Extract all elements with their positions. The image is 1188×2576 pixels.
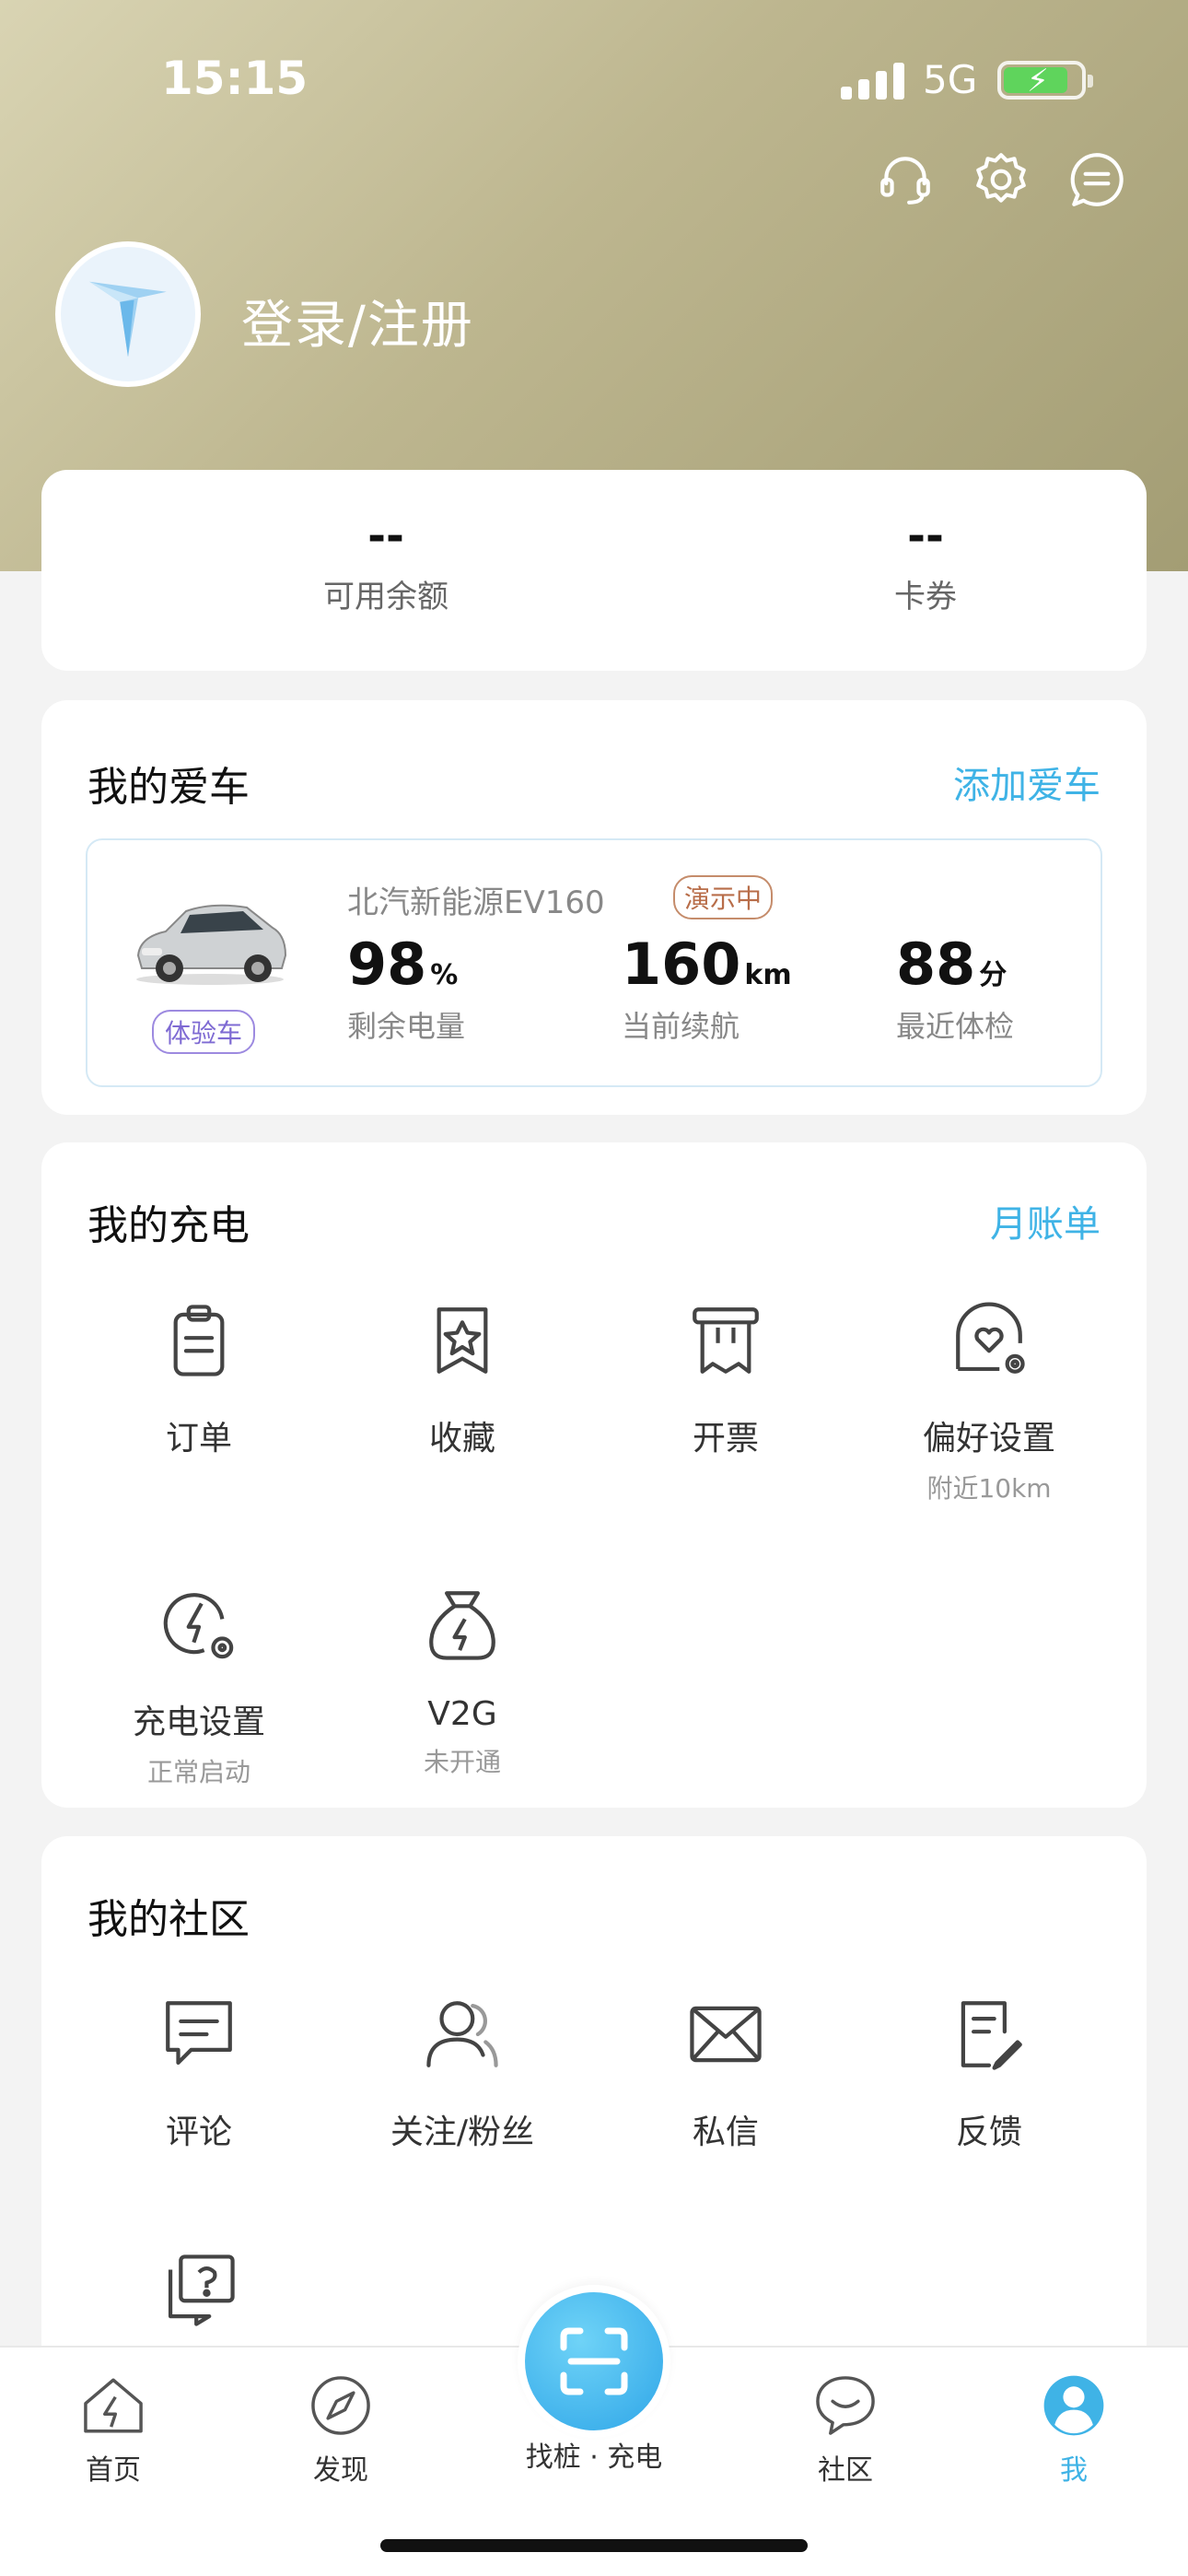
add-car-link[interactable]: 添加爱车 bbox=[953, 755, 1101, 809]
car-model-name: 北汽新能源EV160 bbox=[347, 884, 605, 921]
invoice-item[interactable]: 开票 bbox=[597, 1299, 855, 1459]
scan-charge-label: 找桩 · 充电 bbox=[525, 2441, 663, 2474]
clipboard-icon bbox=[173, 1305, 225, 1376]
favorites-label: 收藏 bbox=[428, 1420, 495, 1458]
range-metric: 160 km 当前续航 bbox=[622, 931, 792, 1046]
coupon-label: 卡券 bbox=[894, 579, 957, 615]
battery-label: 剩余电量 bbox=[347, 1009, 466, 1044]
tab-home-label: 首页 bbox=[86, 2454, 141, 2487]
avatar[interactable] bbox=[55, 241, 201, 387]
status-bar: 15:15 5G ⚡ bbox=[0, 0, 1188, 157]
balance-label: 可用余额 bbox=[323, 579, 448, 615]
heart-settings-icon bbox=[956, 1302, 1025, 1374]
charge-settings-icon bbox=[163, 1593, 234, 1659]
car-info-box[interactable]: 体验车 北汽新能源EV160 演示中 98% 剩余电量 160 km 当前续航 8… bbox=[86, 838, 1102, 1087]
checkup-metric: 88 分 最近体检 bbox=[896, 931, 1014, 1046]
feedback-label: 反馈 bbox=[955, 2113, 1022, 2151]
settings-gear-icon[interactable] bbox=[971, 149, 1031, 210]
private-message-label: 私信 bbox=[692, 2113, 759, 2151]
preference-label: 偏好设置 bbox=[922, 1420, 1055, 1458]
chat-bubble-icon bbox=[816, 2376, 875, 2435]
coupon-value: -- bbox=[907, 510, 944, 562]
comment-icon bbox=[166, 2001, 232, 2066]
user-icon bbox=[1043, 2375, 1104, 2436]
monthly-bill-link[interactable]: 月账单 bbox=[990, 1194, 1101, 1247]
app-logo-icon bbox=[89, 281, 167, 357]
mail-icon bbox=[690, 2006, 762, 2063]
v2g-sub: 未开通 bbox=[423, 1747, 501, 1777]
trial-car-badge: 体验车 bbox=[152, 1010, 256, 1054]
my-community-title: 我的社区 bbox=[87, 1896, 250, 1943]
demo-status-badge: 演示中 bbox=[673, 875, 774, 919]
login-register-link[interactable]: 登录/注册 bbox=[241, 284, 474, 358]
car-image bbox=[136, 904, 287, 985]
my-charging-card: 我的充电 月账单 订单 收藏 开票 偏好设置 附近10km 充电设置 正常启动 bbox=[41, 1142, 1147, 1808]
orders-item[interactable]: 订单 bbox=[70, 1299, 328, 1459]
preference-sub: 附近10km bbox=[926, 1473, 1052, 1504]
battery-icon: ⚡ bbox=[997, 61, 1093, 100]
private-message-item[interactable]: 私信 bbox=[597, 1993, 855, 2153]
scan-button-circle bbox=[525, 2292, 663, 2430]
invoice-label: 开票 bbox=[692, 1420, 759, 1458]
tab-discover-label: 发现 bbox=[313, 2454, 368, 2487]
home-bolt-icon bbox=[84, 2378, 143, 2433]
my-car-card: 我的爱车 添加爱车 体验车 北汽新能源EV160 演示中 98% 剩余电量 16… bbox=[41, 700, 1147, 1115]
help-item[interactable] bbox=[70, 2249, 328, 2336]
compass-icon bbox=[311, 2376, 370, 2435]
tab-community-label: 社区 bbox=[818, 2454, 873, 2487]
my-charging-title: 我的充电 bbox=[87, 1202, 250, 1249]
battery-value: 98 bbox=[347, 931, 427, 998]
energy-bag-icon bbox=[429, 1591, 495, 1660]
tab-discover[interactable]: 发现 bbox=[267, 2371, 414, 2488]
wallet-card: -- 可用余额 -- 卡券 bbox=[41, 470, 1147, 671]
follow-fans-item[interactable]: 关注/粉丝 bbox=[333, 1993, 591, 2153]
comments-item[interactable]: 评论 bbox=[70, 1993, 328, 2153]
balance-value: -- bbox=[367, 510, 404, 562]
status-time: 15:15 bbox=[161, 52, 309, 105]
favorites-item[interactable]: 收藏 bbox=[333, 1299, 591, 1459]
star-bookmark-icon bbox=[437, 1307, 488, 1374]
v2g-item[interactable]: V2G 未开通 bbox=[333, 1583, 591, 1779]
home-indicator bbox=[380, 2539, 808, 2552]
v2g-label: V2G bbox=[427, 1695, 497, 1733]
coupon-stat[interactable]: -- 卡券 bbox=[787, 470, 1064, 616]
tab-me-label: 我 bbox=[1060, 2454, 1088, 2487]
message-icon[interactable] bbox=[1066, 149, 1127, 210]
scan-icon bbox=[560, 2327, 628, 2395]
orders-label: 订单 bbox=[165, 1420, 232, 1458]
tab-me[interactable]: 我 bbox=[1000, 2371, 1147, 2488]
invoice-icon bbox=[693, 1307, 759, 1374]
follow-fans-label: 关注/粉丝 bbox=[390, 2113, 535, 2151]
network-type: 5G bbox=[923, 57, 978, 102]
battery-unit: % bbox=[430, 959, 459, 991]
checkup-label: 最近体检 bbox=[896, 1009, 1015, 1044]
signal-icon bbox=[841, 61, 905, 100]
range-unit: km bbox=[744, 959, 792, 991]
battery-metric: 98% 剩余电量 bbox=[347, 931, 465, 1046]
my-car-title: 我的爱车 bbox=[87, 764, 250, 811]
charge-settings-item[interactable]: 充电设置 正常启动 bbox=[70, 1583, 328, 1789]
tab-home[interactable]: 首页 bbox=[40, 2371, 187, 2488]
range-value: 160 bbox=[622, 931, 741, 998]
feedback-item[interactable]: 反馈 bbox=[860, 1993, 1118, 2153]
charge-settings-label: 充电设置 bbox=[132, 1704, 265, 1741]
checkup-value: 88 bbox=[896, 931, 976, 998]
help-icon bbox=[168, 2254, 235, 2326]
customer-service-icon[interactable] bbox=[875, 149, 936, 210]
feedback-icon bbox=[961, 2001, 1022, 2070]
tab-community[interactable]: 社区 bbox=[772, 2371, 919, 2488]
preference-item[interactable]: 偏好设置 附近10km bbox=[860, 1299, 1118, 1505]
scan-charge-button[interactable] bbox=[518, 2285, 670, 2438]
charge-settings-sub: 正常启动 bbox=[146, 1757, 250, 1787]
checkup-unit: 分 bbox=[979, 959, 1007, 991]
comments-label: 评论 bbox=[165, 2113, 232, 2151]
balance-stat[interactable]: -- 可用余额 bbox=[248, 470, 524, 616]
range-label: 当前续航 bbox=[622, 1009, 740, 1044]
users-icon bbox=[426, 2001, 498, 2067]
